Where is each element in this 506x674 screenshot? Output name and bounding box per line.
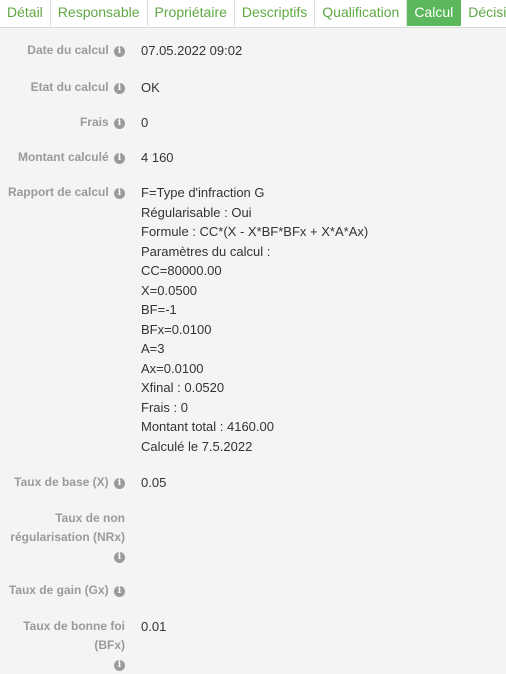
info-icon[interactable]: i	[114, 660, 125, 671]
field-label: Taux de non régularisation (NRx) i	[1, 509, 125, 566]
report-line: Montant total : 4160.00	[141, 419, 274, 434]
field-label: Taux de gain (Gx) i	[1, 581, 125, 600]
label-text: Montant calculé	[17, 150, 109, 164]
field-label: Taux de bonne foi (BFx) i	[1, 617, 125, 674]
field-label: Rapport de calcul i	[1, 183, 125, 202]
label-text: Taux de non	[55, 511, 125, 525]
info-icon[interactable]: i	[114, 46, 125, 57]
report-line: A=3	[141, 341, 165, 356]
report-text: F=Type d'infraction G Régularisable : Ou…	[141, 183, 368, 456]
report-line: Calculé le 7.5.2022	[141, 438, 253, 454]
field-value: 0.05	[141, 475, 167, 490]
field-value: 0.01	[141, 619, 167, 634]
info-icon[interactable]: i	[114, 153, 125, 164]
label-text: Etat du calcul	[30, 80, 109, 94]
report-line: BFx=0.0100	[141, 321, 212, 337]
report-line: CC=80000.00	[141, 263, 222, 278]
tab-calcul[interactable]: Calcul	[407, 0, 462, 26]
field-label: Taux de base (X) i	[1, 473, 125, 492]
label-text: Rapport de calcul	[7, 185, 109, 199]
label-text: régularisation (NRx)	[10, 530, 125, 544]
tab-qualification[interactable]: Qualification	[315, 0, 408, 26]
label-text: (BFx)	[94, 638, 125, 652]
field-value: 4 160	[141, 150, 174, 165]
field-label: Date du calcul i	[1, 41, 125, 60]
label-text: Taux de gain (Gx)	[8, 583, 109, 597]
info-icon[interactable]: i	[114, 478, 125, 489]
field-label: Etat du calcul i	[1, 78, 125, 97]
field-label: Frais i	[1, 113, 125, 132]
info-icon[interactable]: i	[114, 586, 125, 597]
report-line: Ax=0.0100	[141, 360, 204, 376]
field-label: Montant calculé i	[1, 148, 125, 167]
tab-decision[interactable]: Décision	[461, 0, 506, 26]
label-text: Taux de bonne foi	[23, 619, 125, 633]
report-line: X=0.0500	[141, 282, 198, 298]
field-value: OK	[141, 80, 160, 95]
report-line: Paramètres du calcul :	[141, 243, 271, 259]
report-line: BF=-1	[141, 302, 177, 317]
report-line: Frais : 0	[141, 399, 188, 415]
report-line: Régularisable : Oui	[141, 204, 252, 220]
report-line: Xfinal : 0.0520	[141, 380, 225, 395]
report-line: F=Type d'infraction G	[141, 185, 265, 200]
report-line: Formule : CC*(X - X*BF*BFx + X*A*Ax)	[141, 224, 369, 239]
info-icon[interactable]: i	[114, 188, 125, 199]
label-text: Frais	[79, 115, 109, 129]
label-text: Taux de base (X)	[14, 475, 109, 489]
tab-descriptifs[interactable]: Descriptifs	[235, 0, 316, 26]
field-value: 07.05.2022 09:02	[141, 43, 243, 58]
tab-bar: Détail Responsable Propriétaire Descript…	[0, 0, 506, 28]
info-icon[interactable]: i	[114, 118, 125, 129]
field-value: 0	[141, 115, 149, 130]
tab-proprietaire[interactable]: Propriétaire	[148, 0, 235, 26]
tab-detail[interactable]: Détail	[0, 0, 51, 26]
info-icon[interactable]: i	[114, 552, 125, 563]
label-text: Date du calcul	[27, 43, 109, 57]
info-icon[interactable]: i	[114, 83, 125, 94]
tab-responsable[interactable]: Responsable	[51, 0, 148, 26]
